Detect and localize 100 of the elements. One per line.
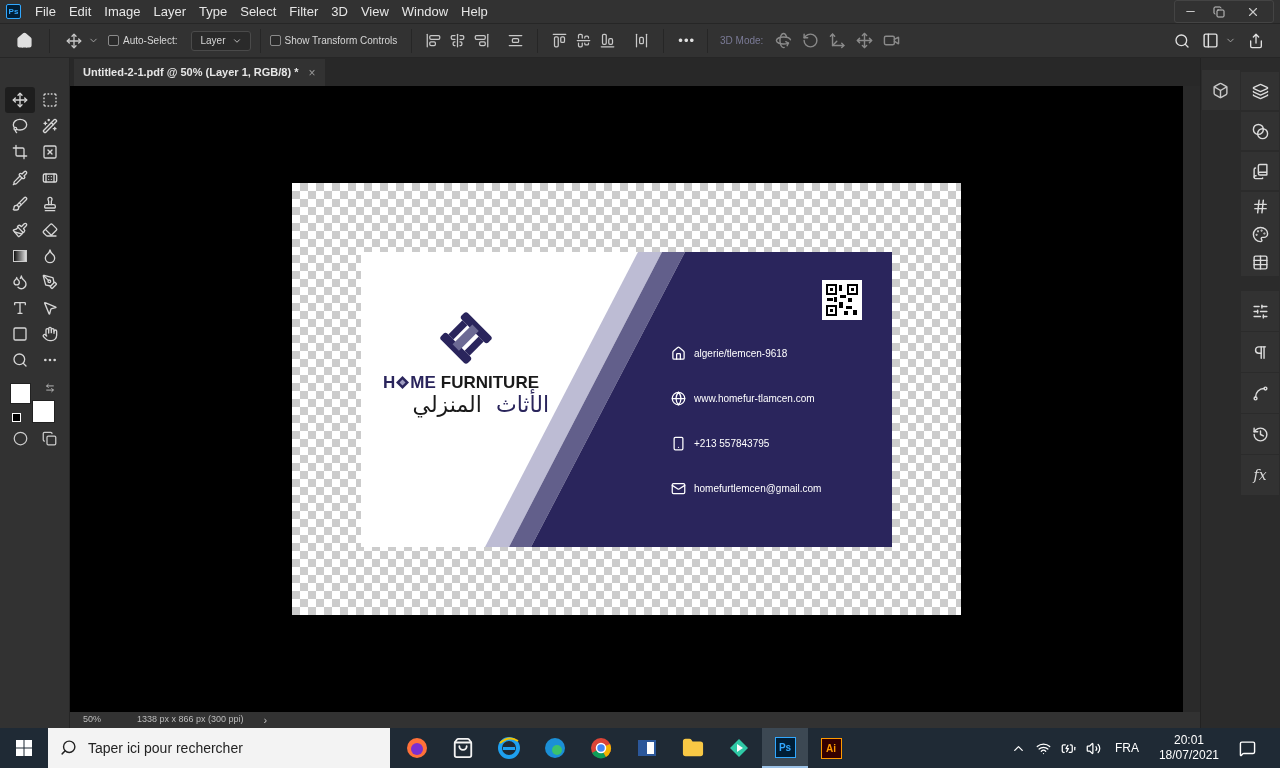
- search-icon[interactable]: [1174, 32, 1190, 49]
- align-bottom-icon[interactable]: [600, 33, 616, 48]
- eraser-icon: [41, 222, 58, 238]
- document-title: Untitled-2-1.pdf @ 50% (Layer 1, RGB/8) *: [83, 65, 299, 81]
- shopping-bag-icon: [452, 737, 474, 759]
- menu-item[interactable]: Help: [455, 1, 494, 22]
- language-indicator[interactable]: FRA: [1114, 739, 1139, 757]
- arabic-brand-name: المنزلي: [412, 393, 482, 416]
- contact-text: homefurtlemcen@gmail.com: [694, 482, 822, 496]
- move-tool-icon[interactable]: [66, 32, 82, 49]
- brush-tool-icon: [11, 196, 28, 212]
- eyedropper-icon: [11, 170, 28, 186]
- hand-tool-icon: [41, 326, 58, 342]
- move-tool-icon: [11, 92, 28, 108]
- quick-mask-icon[interactable]: [12, 431, 28, 446]
- zoom-tool-icon: [11, 352, 28, 368]
- grid-icon[interactable]: [1251, 197, 1269, 215]
- furniture-logo: [439, 309, 493, 366]
- search-icon: [60, 739, 77, 756]
- search-field[interactable]: Taper ici pour rechercher: [48, 728, 390, 768]
- screen-mode-icon[interactable]: [41, 431, 57, 446]
- path-icon[interactable]: [1251, 384, 1269, 402]
- workspace-icon[interactable]: [1202, 32, 1219, 49]
- frame-tool-icon: [41, 144, 58, 160]
- marquee-tool-icon: [41, 92, 58, 108]
- clock-time[interactable]: 20:01: [1173, 733, 1204, 748]
- phone-icon: [671, 436, 686, 451]
- menu-item[interactable]: Layer: [147, 1, 193, 22]
- menu-item[interactable]: File: [29, 1, 62, 22]
- diamond-icon: [728, 737, 750, 759]
- home-icon[interactable]: [16, 32, 33, 49]
- folder-icon: [682, 737, 704, 759]
- brand-name: ME: [410, 373, 436, 391]
- close-tab-button[interactable]: ×: [308, 63, 316, 82]
- foreground-color-swatch[interactable]: [9, 383, 31, 404]
- menu-item[interactable]: 3D: [325, 1, 354, 22]
- orbit-icon[interactable]: [775, 32, 793, 49]
- drag-icon[interactable]: [829, 32, 847, 49]
- align-left-icon[interactable]: [426, 33, 442, 48]
- clock-date[interactable]: 18/07/2021: [1158, 748, 1219, 763]
- tool-button[interactable]: [4, 87, 35, 113]
- share-icon[interactable]: [1248, 32, 1264, 49]
- wifi-icon[interactable]: [1035, 740, 1051, 756]
- transform-controls-label: Show Transform Controls: [284, 34, 398, 48]
- more-options-button[interactable]: •••: [678, 30, 695, 51]
- qr-code: [822, 279, 862, 320]
- photoshop-logo: Ps: [774, 736, 796, 758]
- menu-item[interactable]: Window: [395, 1, 455, 22]
- contact-text: +213 557843795: [694, 437, 770, 451]
- pen-tool-icon: [41, 274, 58, 290]
- swatches-icon[interactable]: [1251, 253, 1269, 271]
- house-icon: [671, 346, 686, 361]
- restore-icon: [1213, 5, 1225, 18]
- background-color-swatch[interactable]: [31, 400, 55, 423]
- distribute-icon[interactable]: [634, 33, 650, 48]
- checkbox[interactable]: [269, 35, 281, 46]
- bandage-icon: [41, 170, 58, 186]
- align-middle-icon[interactable]: [576, 33, 592, 48]
- menu-item[interactable]: Select: [234, 1, 283, 22]
- palette-icon[interactable]: [1251, 225, 1269, 243]
- taskbar-app-button[interactable]: Ai: [808, 728, 854, 768]
- volume-icon[interactable]: [1085, 740, 1101, 756]
- browser-circle-icon: [590, 737, 612, 759]
- illustrator-logo: Ai: [820, 737, 842, 759]
- roll-icon[interactable]: [802, 32, 820, 49]
- slide-icon[interactable]: [856, 32, 874, 49]
- contact-text: www.homefur-tlamcen.com: [694, 392, 815, 406]
- menu-item[interactable]: Edit: [62, 1, 98, 22]
- menu-item[interactable]: Type: [193, 1, 234, 22]
- distribute-icon[interactable]: [508, 33, 524, 48]
- envelope-icon: [671, 481, 686, 496]
- align-right-icon[interactable]: [474, 33, 490, 48]
- history-icon[interactable]: [1251, 425, 1269, 443]
- auto-select-label: Auto-Select:: [123, 34, 178, 48]
- align-top-icon[interactable]: [552, 33, 568, 48]
- default-colors-icon[interactable]: [11, 413, 21, 422]
- text-tool-icon: [11, 300, 28, 316]
- globe-icon: [671, 391, 686, 406]
- diamond-icon: [396, 375, 410, 389]
- cube-icon[interactable]: [1212, 81, 1229, 99]
- checkbox[interactable]: [108, 35, 119, 46]
- notifications-icon[interactable]: [1239, 739, 1256, 757]
- swap-colors-icon[interactable]: [44, 383, 55, 393]
- stamp-tool-icon: [41, 196, 58, 212]
- layer-dropdown[interactable]: Layer: [191, 30, 251, 51]
- menu-item[interactable]: View: [354, 1, 395, 22]
- brand-name: H: [383, 373, 396, 391]
- taskbar-app-button[interactable]: Ps: [762, 728, 808, 768]
- sliders-icon[interactable]: [1251, 302, 1269, 320]
- document-size: 1338 px x 866 px (300 ppi): [137, 713, 244, 727]
- align-center-icon[interactable]: [450, 33, 466, 48]
- channels-icon[interactable]: [1251, 122, 1269, 140]
- menu-item[interactable]: Filter: [283, 1, 325, 22]
- app-logo: Ps: [6, 4, 21, 19]
- layers-icon[interactable]: [1251, 82, 1269, 100]
- pages-icon[interactable]: [1251, 162, 1269, 180]
- contact-text: algerie/tlemcen-9618: [694, 347, 788, 361]
- menu-item[interactable]: Image: [98, 1, 147, 22]
- document-tab[interactable]: Untitled-2-1.pdf @ 50% (Layer 1, RGB/8) * ×: [74, 59, 325, 86]
- zoom-level[interactable]: 50%: [83, 713, 137, 727]
